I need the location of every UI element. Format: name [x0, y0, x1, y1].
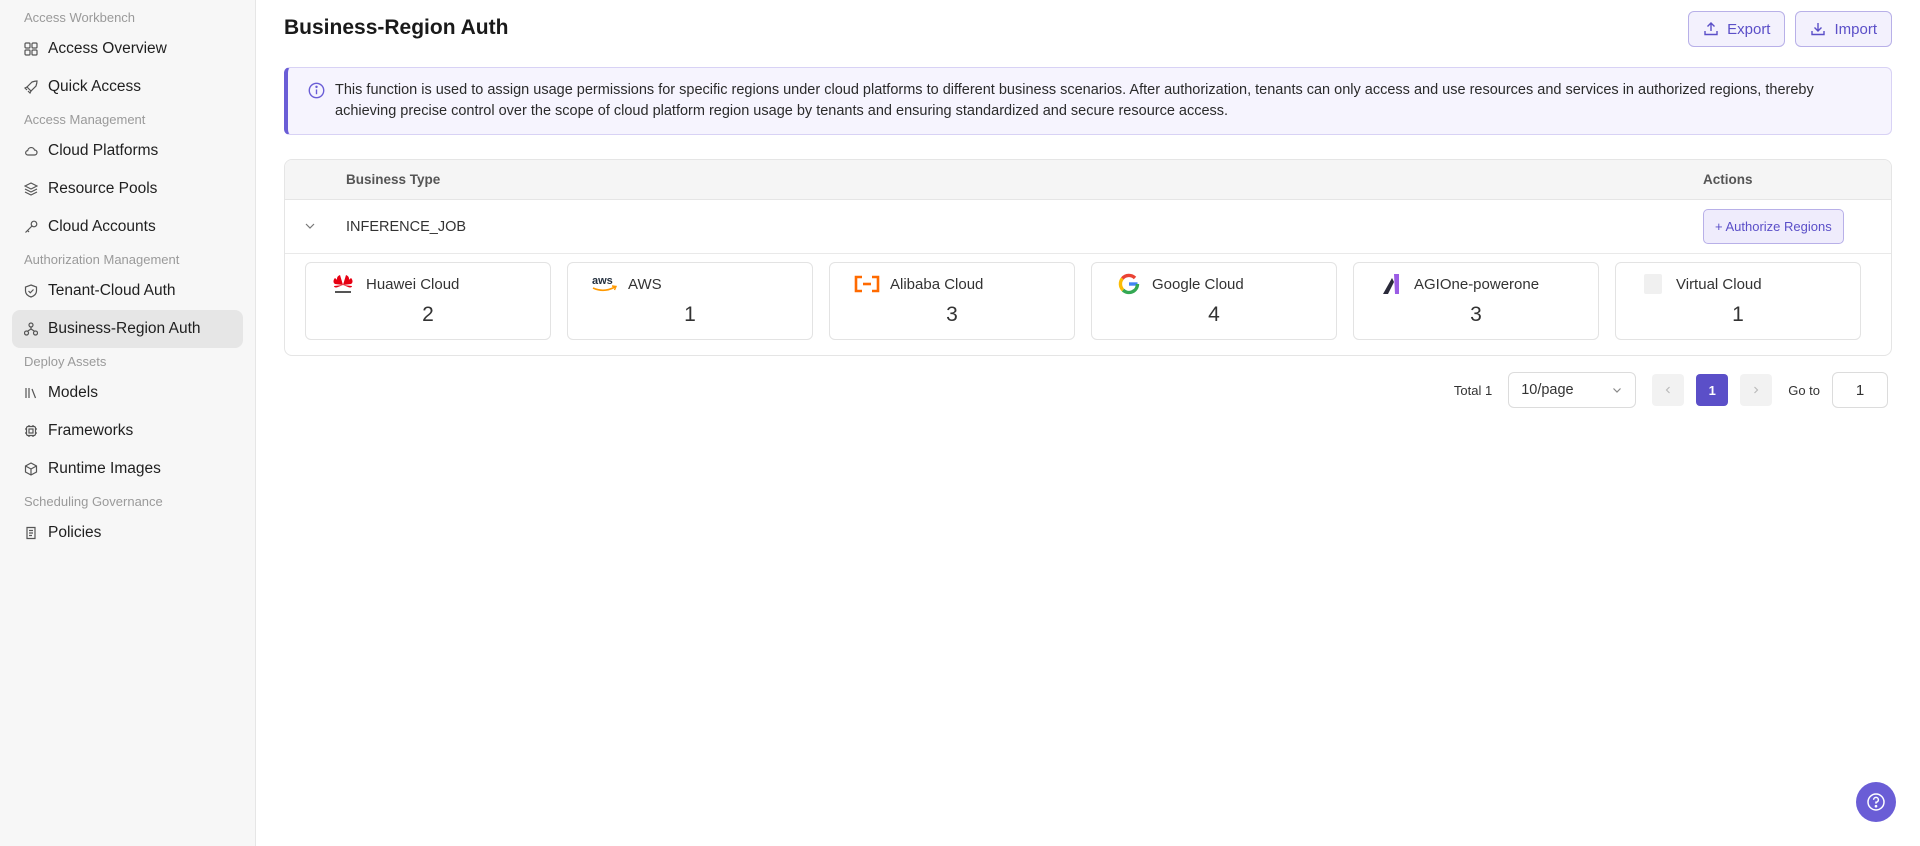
package-icon	[24, 462, 38, 476]
sidebar-group-deploy-assets: Deploy Assets	[24, 354, 107, 369]
chip-icon	[24, 424, 38, 438]
info-icon	[308, 82, 325, 99]
platform-name: Huawei Cloud	[366, 276, 460, 293]
platform-card-google-cloud[interactable]: Google Cloud 4	[1091, 262, 1337, 340]
aws-logo-icon: aws	[590, 273, 620, 295]
platform-name: Virtual Cloud	[1676, 276, 1762, 293]
goto-page-input[interactable]	[1832, 372, 1888, 408]
authorize-regions-button[interactable]: + Authorize Regions	[1703, 209, 1844, 244]
sidebar-item-access-overview[interactable]: Access Overview	[12, 30, 243, 68]
platform-card-huawei-cloud[interactable]: Huawei Cloud 2	[305, 262, 551, 340]
sidebar-item-label: Frameworks	[48, 422, 134, 439]
sidebar-item-business-region-auth[interactable]: Business-Region Auth	[12, 310, 243, 348]
page-size-value: 10/page	[1521, 382, 1574, 398]
pagination-total: Total 1	[1453, 382, 1493, 398]
column-header-actions: Actions	[1703, 172, 1753, 187]
platform-card-aws[interactable]: aws AWS 1	[567, 262, 813, 340]
download-icon	[1811, 23, 1826, 36]
sidebar-item-runtime-images[interactable]: Runtime Images	[12, 450, 243, 488]
column-header-business-type: Business Type	[346, 172, 441, 187]
sidebar-item-label: Tenant-Cloud Auth	[48, 282, 176, 299]
notice-text: This function is used to assign usage pe…	[335, 82, 1814, 119]
chevron-left-icon	[1665, 386, 1671, 394]
page-title: Business-Region Auth	[284, 16, 509, 39]
main-content: Business-Region Auth Export Import This …	[257, 0, 1920, 846]
sidebar-group-access-management: Access Management	[24, 112, 146, 127]
cloud-icon	[24, 144, 38, 158]
shield-check-icon	[24, 284, 38, 298]
business-type-cell: INFERENCE_JOB	[346, 219, 467, 235]
sidebar-item-label: Quick Access	[48, 78, 142, 95]
sidebar-item-cloud-platforms[interactable]: Cloud Platforms	[12, 132, 243, 170]
sidebar-item-label: Access Overview	[48, 40, 167, 57]
import-button[interactable]: Import	[1795, 11, 1892, 47]
alibaba-logo-icon	[852, 273, 882, 295]
placeholder-logo-icon	[1638, 273, 1668, 295]
platform-region-count: 2	[422, 303, 434, 326]
info-notice: This function is used to assign usage pe…	[284, 67, 1892, 135]
sidebar-group-scheduling-governance: Scheduling Governance	[24, 494, 163, 509]
sidebar-item-cloud-accounts[interactable]: Cloud Accounts	[12, 208, 243, 246]
platform-region-count: 3	[1470, 303, 1482, 326]
sidebar-item-label: Business-Region Auth	[48, 320, 201, 337]
table-header: Business Type Actions	[285, 160, 1891, 200]
chevron-down-icon	[1613, 388, 1622, 393]
header-actions: Export Import	[1688, 11, 1892, 47]
platform-region-count: 1	[1732, 303, 1744, 326]
key-icon	[24, 220, 38, 234]
grid-icon	[24, 42, 38, 56]
help-icon	[1867, 793, 1885, 811]
sidebar-item-frameworks[interactable]: Frameworks	[12, 412, 243, 450]
sidebar-group-access-workbench: Access Workbench	[24, 10, 136, 25]
network-icon	[24, 322, 38, 336]
page-button-current[interactable]: 1	[1696, 374, 1729, 406]
svg-text:aws: aws	[592, 275, 613, 287]
sidebar-item-label: Models	[48, 384, 98, 401]
sidebar: Access Workbench Access Overview Quick A…	[0, 0, 256, 846]
next-page-button[interactable]	[1740, 374, 1773, 406]
platform-name: Alibaba Cloud	[890, 276, 984, 293]
layers-icon	[24, 182, 38, 196]
platform-region-count: 3	[946, 303, 958, 326]
scroll-icon	[24, 526, 38, 540]
platform-card-alibaba-cloud[interactable]: Alibaba Cloud 3	[829, 262, 1075, 340]
prev-page-button[interactable]	[1652, 374, 1685, 406]
platform-region-count: 1	[684, 303, 696, 326]
table-row: INFERENCE_JOB + Authorize Regions	[285, 200, 1891, 254]
platform-cards: Huawei Cloud 2 aws AWS 1 Alibaba Cloud 3	[305, 262, 1861, 340]
platform-card-virtual-cloud[interactable]: Virtual Cloud 1	[1615, 262, 1861, 340]
sidebar-item-models[interactable]: Models	[12, 374, 243, 412]
agione-logo-icon	[1376, 273, 1406, 295]
export-label: Export	[1727, 20, 1771, 38]
platform-name: Google Cloud	[1152, 276, 1244, 293]
rocket-icon	[24, 80, 38, 94]
help-button[interactable]	[1856, 782, 1896, 822]
platform-card-agione-powerone[interactable]: AGIOne-powerone 3	[1353, 262, 1599, 340]
pagination: Total 1 10/page 1 Go to	[1454, 372, 1888, 408]
huawei-logo-icon	[328, 273, 358, 295]
sidebar-item-policies[interactable]: Policies	[12, 514, 243, 552]
sidebar-item-label: Runtime Images	[48, 460, 161, 477]
sidebar-item-label: Cloud Accounts	[48, 218, 156, 235]
sidebar-item-tenant-cloud-auth[interactable]: Tenant-Cloud Auth	[12, 272, 243, 310]
platform-name: AWS	[628, 276, 662, 293]
sidebar-item-quick-access[interactable]: Quick Access	[12, 68, 243, 106]
platform-name: AGIOne-powerone	[1414, 276, 1540, 293]
chevron-right-icon	[1754, 386, 1759, 394]
library-icon	[24, 386, 38, 400]
chevron-down-icon[interactable]	[303, 219, 317, 233]
export-button[interactable]: Export	[1688, 11, 1786, 47]
platform-region-count: 4	[1208, 303, 1220, 326]
sidebar-item-label: Policies	[48, 524, 102, 541]
import-label: Import	[1834, 20, 1877, 38]
sidebar-item-label: Resource Pools	[48, 180, 158, 197]
upload-icon	[1704, 22, 1718, 36]
business-type-table: Business Type Actions INFERENCE_JOB + Au…	[284, 159, 1892, 356]
page-size-select[interactable]: 10/page	[1508, 372, 1637, 408]
google-logo-icon	[1114, 273, 1144, 295]
goto-label: Go to	[1788, 382, 1820, 398]
sidebar-item-label: Cloud Platforms	[48, 142, 159, 159]
sidebar-item-resource-pools[interactable]: Resource Pools	[12, 170, 243, 208]
sidebar-group-authorization-management: Authorization Management	[24, 252, 180, 267]
